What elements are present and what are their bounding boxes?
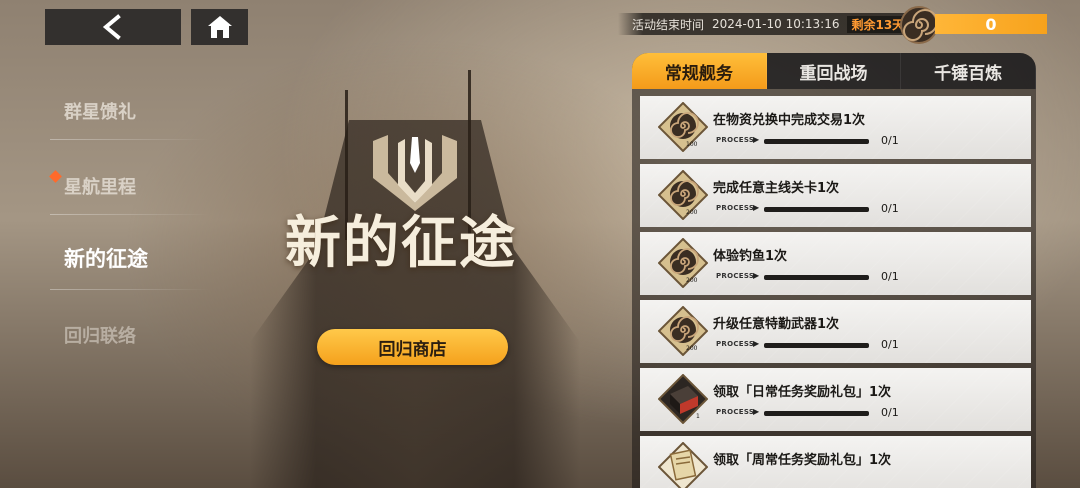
crate-reward-icon [658,374,708,424]
return-shop-button[interactable]: 回归商店 [317,329,508,365]
process-label: PROCESS [716,408,755,416]
play-arrow-icon: ▶ [753,203,760,212]
progress-count: 0/1 [881,406,899,419]
back-arrow-icon [102,14,121,40]
hero-title: 新的征途 [285,210,517,276]
task-tabs: 常规舰务 重回战场 千锤百炼 [632,53,1036,89]
nav-divider [50,289,210,290]
nav-item-stars-gift[interactable]: 群星馈礼 [64,98,136,124]
progress-bar [764,139,869,144]
task-title: 领取「日常任务奖励礼包」1次 [713,385,892,400]
reward-amount: 200 [686,277,698,284]
task-title: 在物资兑换中完成交易1次 [713,113,866,128]
coin-reward-icon [658,238,708,288]
home-icon [207,16,232,38]
event-timer-bar: 活动结束时间 2024-01-10 10:13:16 剩余13天 [618,13,928,35]
event-end-time: 2024-01-10 10:13:16 [712,17,840,31]
play-arrow-icon: ▶ [753,407,760,416]
nav-divider [50,214,210,215]
task-row[interactable]: 200 体验钓鱼1次 PROCESS ▶ 0/1 [640,232,1031,295]
task-title: 领取「周常任务奖励礼包」1次 [713,453,892,468]
currency-counter: 0 [935,14,1047,34]
process-label: PROCESS [716,340,755,348]
task-row[interactable]: 200 升级任意特勤武器1次 PROCESS ▶ 0/1 [640,300,1031,363]
task-row[interactable]: 领取「周常任务奖励礼包」1次 [640,436,1031,488]
task-row[interactable]: 1 领取「日常任务奖励礼包」1次 PROCESS ▶ 0/1 [640,368,1031,431]
nav-divider [50,139,210,140]
play-arrow-icon: ▶ [753,339,760,348]
nav-item-return-contact[interactable]: 回归联络 [64,322,136,348]
nav-active-dot-icon [49,170,62,183]
ticket-reward-icon [658,442,708,488]
task-title: 体验钓鱼1次 [713,249,788,264]
task-title: 升级任意特勤武器1次 [713,317,840,332]
progress-bar [764,411,869,416]
spiral-coin-icon [900,6,938,44]
task-row[interactable]: 200 完成任意主线关卡1次 PROCESS ▶ 0/1 [640,164,1031,227]
progress-count: 0/1 [881,338,899,351]
progress-count: 0/1 [881,134,899,147]
progress-count: 0/1 [881,270,899,283]
process-label: PROCESS [716,136,755,144]
progress-bar [764,275,869,280]
task-list[interactable]: 100 在物资兑换中完成交易1次 PROCESS ▶ 0/1 200 完成任意主… [632,89,1036,488]
tab-hard-training[interactable]: 千锤百炼 [901,53,1036,89]
progress-bar [764,207,869,212]
coin-reward-icon [658,306,708,356]
reward-amount: 1 [696,413,700,420]
coin-reward-icon [658,170,708,220]
progress-bar [764,343,869,348]
play-arrow-icon: ▶ [753,135,760,144]
tab-return-battle[interactable]: 重回战场 [767,53,902,89]
event-end-label: 活动结束时间 [632,17,705,32]
process-label: PROCESS [716,272,755,280]
process-label: PROCESS [716,204,755,212]
task-row[interactable]: 100 在物资兑换中完成交易1次 PROCESS ▶ 0/1 [640,96,1031,159]
task-title: 完成任意主线关卡1次 [713,181,840,196]
reward-amount: 200 [686,209,698,216]
reward-amount: 200 [686,345,698,352]
nav-item-new-journey[interactable]: 新的征途 [64,243,148,273]
nav-item-voyage-mileage[interactable]: 星航里程 [64,173,136,199]
tab-regular-duty[interactable]: 常规舰务 [632,53,767,89]
back-button[interactable] [45,9,181,45]
coin-reward-icon [658,102,708,152]
progress-count: 0/1 [881,202,899,215]
play-arrow-icon: ▶ [753,271,760,280]
reward-amount: 100 [686,141,698,148]
home-button[interactable] [191,9,248,45]
